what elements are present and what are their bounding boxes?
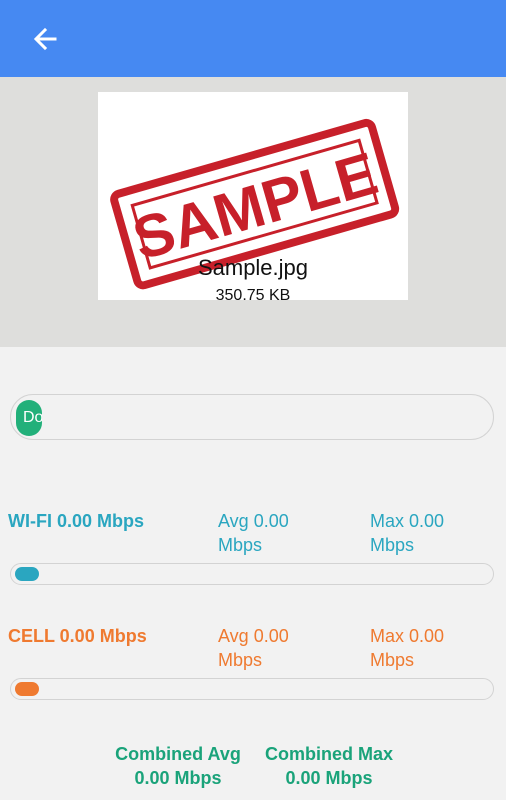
cell-speed-bar	[10, 678, 494, 700]
file-size: 350.75 KB	[215, 287, 291, 300]
cell-avg-speed: Avg 0.00 Mbps	[218, 626, 289, 670]
combined-max-label: Combined Max	[264, 744, 393, 764]
file-preview-area: SAMPLE Sample.jpg 350.75 KB	[0, 77, 506, 347]
app-bar	[0, 0, 506, 77]
back-button[interactable]	[30, 24, 60, 54]
combined-max-value: 0.00 Mbps	[285, 768, 373, 788]
wifi-max-speed: Max 0.00 Mbps	[370, 511, 445, 555]
cell-speed-bar-fill	[15, 682, 39, 696]
download-progress-knob: Do	[16, 400, 42, 436]
combined-avg-value: 0.00 Mbps	[134, 768, 222, 788]
arrow-left-icon	[33, 27, 57, 51]
cell-max-speed: Max 0.00 Mbps	[370, 626, 445, 670]
sample-image: SAMPLE Sample.jpg 350.75 KB	[98, 92, 408, 300]
download-progress-bar: Do	[10, 394, 494, 440]
wifi-avg-speed: Avg 0.00 Mbps	[218, 511, 289, 555]
wifi-speed-bar-fill	[15, 567, 39, 581]
wifi-speed-label: WI-FI 0.00 Mbps	[8, 511, 145, 531]
file-name: Sample.jpg	[197, 255, 309, 280]
combined-max: Combined Max 0.00 Mbps	[258, 742, 400, 790]
combined-avg-label: Combined Avg	[115, 744, 241, 764]
combined-avg: Combined Avg 0.00 Mbps	[108, 742, 248, 790]
cell-speed-label: CELL 0.00 Mbps	[8, 626, 147, 646]
wifi-speed-bar	[10, 563, 494, 585]
